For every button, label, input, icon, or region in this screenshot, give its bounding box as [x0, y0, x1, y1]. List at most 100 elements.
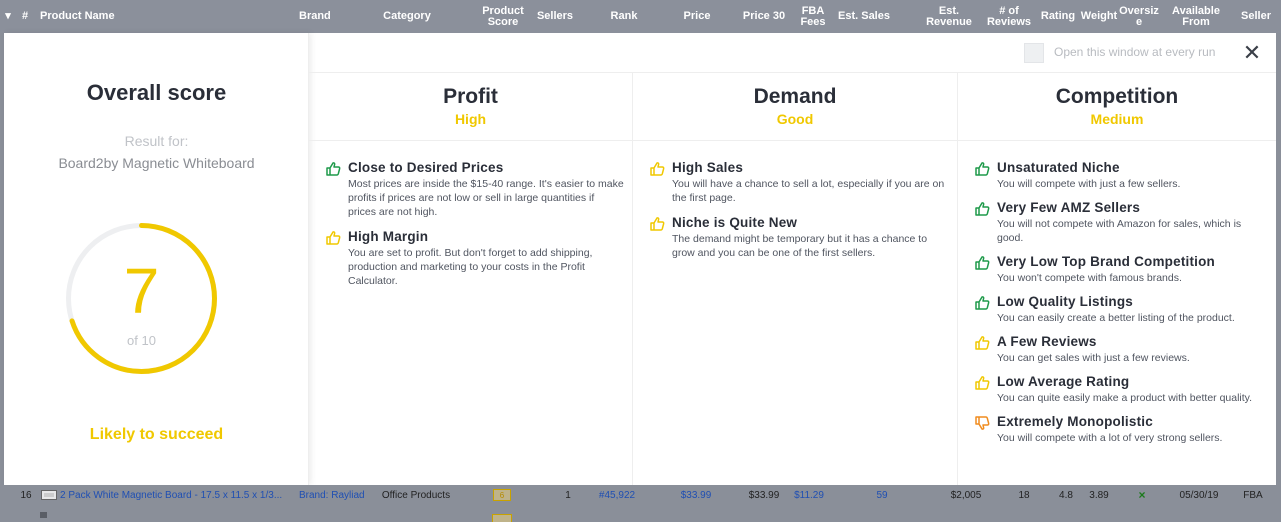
- factor-description: The demand might be temporary but it has…: [672, 233, 928, 259]
- thumbs-up-icon: [649, 216, 665, 232]
- header-available-from[interactable]: Available From: [1166, 0, 1226, 33]
- header-reviews[interactable]: # of Reviews: [986, 0, 1032, 33]
- factor-description: You will have a chance to sell a lot, es…: [672, 178, 945, 204]
- row-price30: $33.99: [748, 489, 780, 501]
- thumbs-up-icon: [974, 201, 990, 217]
- factor-title: Low Average Rating: [997, 374, 1130, 389]
- profit-header: Profit High: [309, 73, 632, 141]
- thumbs-up-icon: [325, 161, 341, 177]
- competition-items: Unsaturated Niche You will compete with j…: [974, 160, 1268, 454]
- sort-icon[interactable]: ▾: [3, 0, 13, 33]
- row-oversize: ×: [1138, 488, 1146, 502]
- score-of-label: of 10: [127, 333, 156, 348]
- row-num: 16: [20, 489, 32, 501]
- open-every-run-label: Open this window at every run: [1054, 45, 1216, 59]
- header-product-name[interactable]: Product Name: [40, 0, 160, 33]
- row-marker: [40, 512, 47, 518]
- header-price30[interactable]: Price 30: [741, 0, 787, 33]
- factor-title: Extremely Monopolistic: [997, 414, 1153, 429]
- row-reviews: 18: [1018, 489, 1030, 501]
- factor-description: You are set to profit. But don't forget …: [348, 247, 593, 287]
- row-rating: 4.8: [1059, 489, 1073, 501]
- product-name: Board2by Magnetic Whiteboard: [58, 155, 255, 171]
- score-factor: Low Average Rating You can quite easily m…: [974, 374, 1268, 405]
- profit-rating: High: [454, 111, 487, 127]
- factor-description: You will compete with just a few sellers…: [997, 178, 1181, 190]
- close-icon[interactable]: ✕: [1240, 41, 1264, 65]
- header-rank[interactable]: Rank: [604, 0, 644, 33]
- competition-header: Competition Medium: [958, 73, 1276, 141]
- thumbs-up-icon: [649, 161, 665, 177]
- factor-title: Very Low Top Brand Competition: [997, 254, 1216, 269]
- header-product-score[interactable]: Product Score: [480, 0, 526, 33]
- next-row-score-edge: [492, 514, 512, 522]
- factor-title: Unsaturated Niche: [997, 160, 1120, 175]
- thumbs-up-icon: [974, 295, 990, 311]
- score-factor: Niche is Quite New The demand might be te…: [649, 215, 949, 260]
- header-price[interactable]: Price: [678, 0, 716, 33]
- row-fba-fees[interactable]: $11.29: [788, 488, 830, 502]
- factor-description: You can get sales with just a few review…: [997, 352, 1190, 364]
- thumbs-up-icon: [974, 161, 990, 177]
- header-sellers[interactable]: Sellers: [534, 0, 576, 33]
- thumbs-up-icon: [325, 230, 341, 246]
- thumbs-up-icon: [974, 255, 990, 271]
- score-factor: A Few Reviews You can get sales with just…: [974, 334, 1268, 365]
- header-brand[interactable]: Brand: [299, 0, 349, 33]
- header-seller[interactable]: Seller: [1236, 0, 1276, 33]
- product-thumbnail-icon[interactable]: [40, 488, 58, 502]
- demand-column: Demand Good High Sales You will have a ch…: [633, 73, 958, 485]
- table-row[interactable]: 16 2 Pack White Magnetic Board - 17.5 x …: [0, 485, 1281, 522]
- row-est-sales[interactable]: 59: [870, 488, 894, 502]
- header-weight[interactable]: Weight: [1080, 0, 1118, 33]
- competition-rating: Medium: [1090, 111, 1144, 127]
- row-available-from: 05/30/19: [1179, 489, 1219, 501]
- header-num[interactable]: #: [18, 0, 32, 33]
- row-sellers: 1: [565, 489, 571, 501]
- row-weight: 3.89: [1089, 489, 1109, 501]
- row-est-revenue: $2,005: [950, 489, 982, 501]
- row-score: 6: [493, 489, 511, 501]
- open-every-run-checkbox[interactable]: [1024, 43, 1044, 63]
- header-oversize[interactable]: Oversiz e: [1119, 0, 1159, 33]
- factor-description: You will compete with a lot of very stro…: [997, 432, 1223, 444]
- modal-topbar: Open this window at every run ✕: [309, 33, 1276, 73]
- demand-header: Demand Good: [633, 73, 957, 141]
- factor-description: You won't compete with famous brands.: [997, 272, 1182, 284]
- table-header: ▾ # Product Name Brand Category Product …: [0, 0, 1281, 33]
- row-brand-link[interactable]: Brand: Rayliad: [299, 488, 369, 502]
- factor-title: Niche is Quite New: [672, 215, 798, 230]
- row-score-cell: 6: [492, 488, 512, 502]
- score-modal: Overall score Result for: Board2by Magne…: [4, 33, 1276, 485]
- header-category[interactable]: Category: [378, 0, 436, 33]
- score-factor: Extremely Monopolistic You will compete w…: [974, 414, 1268, 445]
- thumbs-up-icon: [974, 375, 990, 391]
- score-factor: Very Low Top Brand Competition You won't …: [974, 254, 1268, 285]
- demand-items: High Sales You will have a chance to sell…: [649, 160, 949, 270]
- factor-description: Most prices are inside the $15-40 range.…: [348, 178, 624, 218]
- factor-description: You can easily create a better listing o…: [997, 312, 1235, 324]
- factor-title: High Margin: [348, 229, 429, 244]
- score-factor: Unsaturated Niche You will compete with j…: [974, 160, 1268, 191]
- profit-items: Close to Desired Prices Most prices are i…: [325, 160, 624, 298]
- thumbs-down-icon: [974, 415, 990, 431]
- header-rating[interactable]: Rating: [1040, 0, 1076, 33]
- header-est-revenue[interactable]: Est. Revenue: [915, 0, 983, 33]
- factor-title: Very Few AMZ Sellers: [997, 200, 1141, 215]
- row-product-link[interactable]: 2 Pack White Magnetic Board - 17.5 x 11.…: [60, 488, 292, 502]
- factor-title: Close to Desired Prices: [348, 160, 504, 175]
- row-price[interactable]: $33.99: [676, 488, 716, 502]
- overall-score-panel: Overall score Result for: Board2by Magne…: [4, 33, 309, 485]
- header-fba-fees[interactable]: FBA Fees: [788, 0, 838, 33]
- row-rank[interactable]: #45,922: [594, 488, 640, 502]
- factor-title: A Few Reviews: [997, 334, 1097, 349]
- competition-title: Competition: [1055, 85, 1179, 108]
- profit-title: Profit: [443, 85, 498, 108]
- overall-score-title: Overall score: [86, 80, 227, 105]
- score-factor: High Sales You will have a chance to sell…: [649, 160, 949, 205]
- competition-column: Competition Medium Unsaturated Niche You …: [958, 73, 1276, 485]
- score-value: 7: [123, 255, 160, 327]
- verdict-text: Likely to succeed: [89, 426, 224, 443]
- score-factor: Very Few AMZ Sellers You will not compete…: [974, 200, 1268, 245]
- header-est-sales[interactable]: Est. Sales: [838, 0, 890, 33]
